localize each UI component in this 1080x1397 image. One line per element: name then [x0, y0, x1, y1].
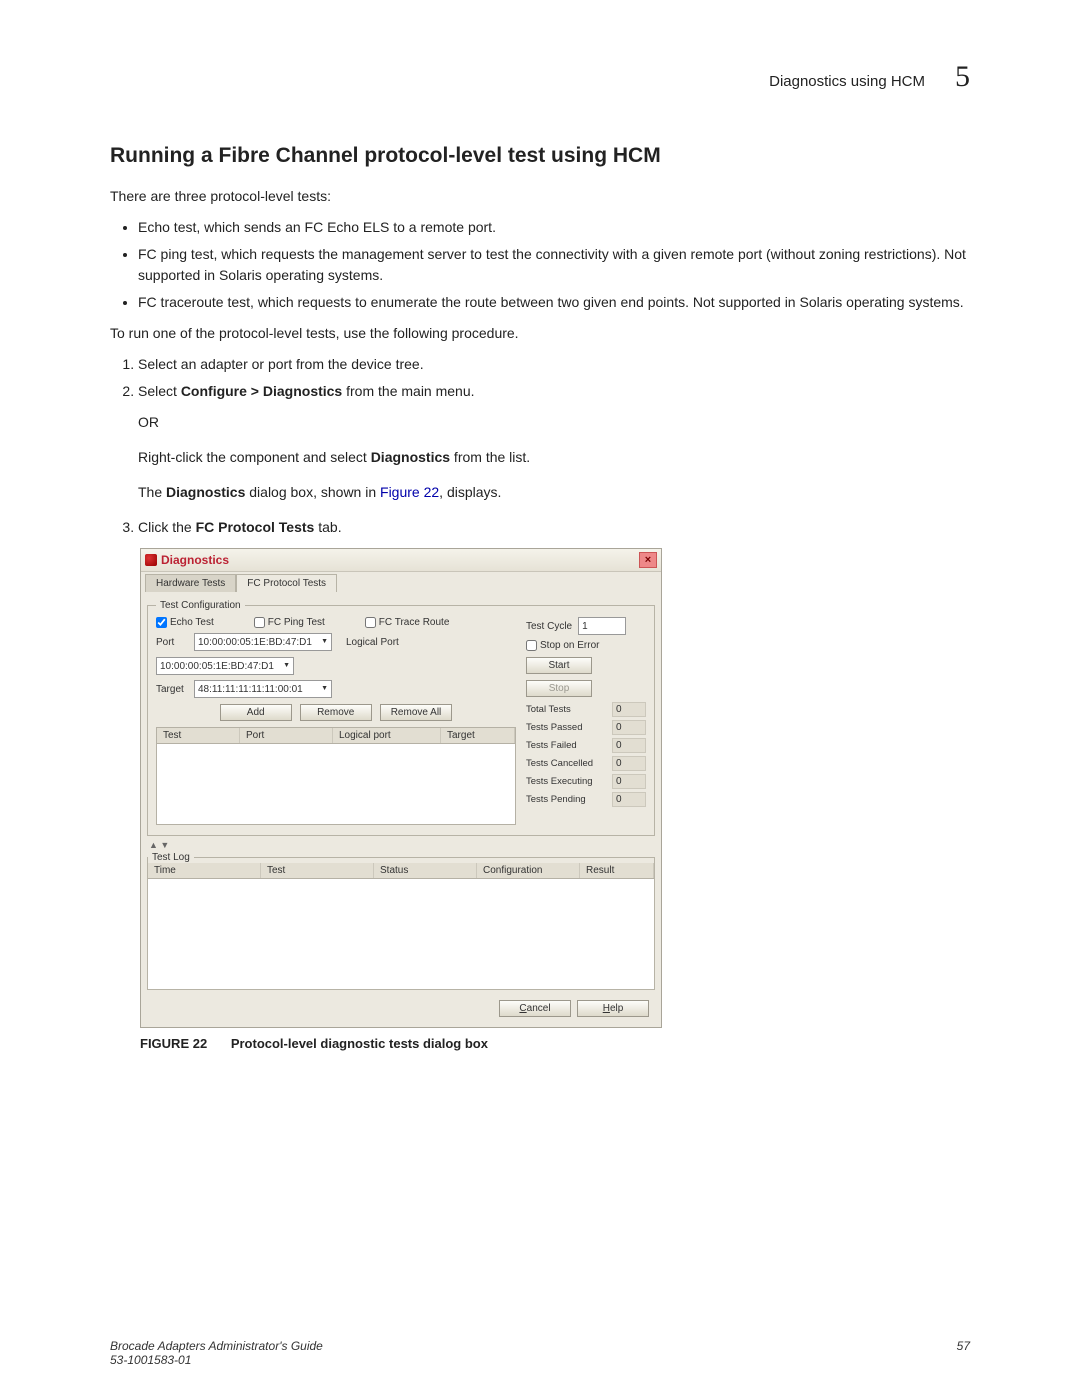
tests-failed-label: Tests Failed [526, 740, 606, 751]
step-2-menu-path: Configure > Diagnostics [181, 383, 342, 399]
col-port[interactable]: Port [240, 728, 333, 743]
step-2: Select Configure > Diagnostics from the … [138, 381, 970, 503]
section-heading: Running a Fibre Channel protocol-level t… [110, 144, 970, 168]
echo-test-label: Echo Test [170, 617, 214, 628]
intro-text: There are three protocol-level tests: [110, 186, 970, 207]
col-target[interactable]: Target [441, 728, 515, 743]
bullet-ping: FC ping test, which requests the managem… [138, 244, 970, 286]
step-2-rc-bold: Diagnostics [371, 449, 450, 465]
test-log-grid[interactable] [148, 879, 654, 989]
bullet-echo: Echo test, which sends an FC Echo ELS to… [138, 217, 970, 238]
log-col-test[interactable]: Test [261, 863, 374, 878]
tests-passed-value: 0 [612, 720, 646, 735]
step-2-pre: Select [138, 383, 181, 399]
page-header-title: Diagnostics using HCM [769, 73, 925, 90]
port-label: Port [156, 637, 188, 648]
tests-grid[interactable]: Test Port Logical port Target [156, 727, 516, 825]
dialog-title: Diagnostics [161, 553, 229, 567]
total-tests-value: 0 [612, 702, 646, 717]
diagnostics-dialog: Diagnostics × Hardware Tests FC Protocol… [140, 548, 662, 1028]
step-3-bold: FC Protocol Tests [196, 519, 315, 535]
remove-all-button[interactable]: Remove All [380, 704, 453, 721]
tests-passed-label: Tests Passed [526, 722, 606, 733]
tests-failed-value: 0 [612, 738, 646, 753]
cancel-button[interactable]: Cancel [499, 1000, 571, 1017]
splitter-arrows-icon[interactable]: ▲ ▼ [149, 840, 655, 850]
step-2-post: from the main menu. [342, 383, 474, 399]
bullet-traceroute: FC traceroute test, which requests to en… [138, 292, 970, 313]
echo-test-checkbox[interactable] [156, 617, 167, 628]
figure-label: FIGURE 22 [140, 1036, 207, 1051]
target-combo[interactable]: 48:11:11:11:11:11:00:01 [194, 680, 332, 698]
port-combo[interactable]: 10:00:00:05:1E:BD:47:D1 [194, 633, 332, 651]
step-1: Select an adapter or port from the devic… [138, 354, 970, 375]
tests-pending-value: 0 [612, 792, 646, 807]
help-button[interactable]: Help [577, 1000, 649, 1017]
chapter-number: 5 [955, 60, 970, 94]
step-3-pre: Click the [138, 519, 196, 535]
step-2-rc-post: from the list. [450, 449, 530, 465]
fc-trace-route-label: FC Trace Route [379, 617, 450, 628]
step-2-or: OR [138, 412, 970, 433]
log-col-time[interactable]: Time [148, 863, 261, 878]
group-test-configuration: Test Configuration [156, 600, 245, 611]
stop-button[interactable]: Stop [526, 680, 592, 697]
step-3-post: tab. [314, 519, 341, 535]
fc-ping-test-checkbox[interactable] [254, 617, 265, 628]
figure-22-link[interactable]: Figure 22 [380, 484, 439, 500]
step-2-rc-pre: Right-click the component and select [138, 449, 371, 465]
test-cycle-input[interactable]: 1 [578, 617, 626, 635]
tests-executing-value: 0 [612, 774, 646, 789]
log-col-configuration[interactable]: Configuration [477, 863, 580, 878]
start-button[interactable]: Start [526, 657, 592, 674]
logical-port-combo[interactable]: 10:00:00:05:1E:BD:47:D1 [156, 657, 294, 675]
stop-on-error-checkbox[interactable] [526, 640, 537, 651]
col-logical-port[interactable]: Logical port [333, 728, 441, 743]
tab-fc-protocol-tests[interactable]: FC Protocol Tests [236, 574, 337, 592]
close-icon[interactable]: × [639, 552, 657, 568]
tab-hardware-tests[interactable]: Hardware Tests [145, 574, 236, 592]
col-test[interactable]: Test [157, 728, 240, 743]
figure-caption-text: Protocol-level diagnostic tests dialog b… [231, 1036, 488, 1051]
total-tests-label: Total Tests [526, 704, 606, 715]
add-button[interactable]: Add [220, 704, 292, 721]
footer-doc-number: 53-1001583-01 [110, 1353, 323, 1367]
tests-cancelled-value: 0 [612, 756, 646, 771]
test-cycle-label: Test Cycle [526, 621, 572, 632]
step-2-d-pre: The [138, 484, 166, 500]
logical-port-label: Logical Port [346, 637, 399, 648]
step-2-d-mid: dialog box, shown in [245, 484, 380, 500]
remove-button[interactable]: Remove [300, 704, 372, 721]
target-label: Target [156, 684, 188, 695]
procedure-intro: To run one of the protocol-level tests, … [110, 323, 970, 344]
tests-pending-label: Tests Pending [526, 794, 606, 805]
group-test-log: Test Log [148, 852, 194, 863]
log-col-result[interactable]: Result [580, 863, 654, 878]
step-3: Click the FC Protocol Tests tab. [138, 517, 970, 538]
log-col-status[interactable]: Status [374, 863, 477, 878]
step-2-d-bold: Diagnostics [166, 484, 245, 500]
tests-cancelled-label: Tests Cancelled [526, 758, 606, 769]
tests-executing-label: Tests Executing [526, 776, 606, 787]
fc-ping-test-label: FC Ping Test [268, 617, 325, 628]
fc-trace-route-checkbox[interactable] [365, 617, 376, 628]
step-2-d-post: , displays. [439, 484, 501, 500]
stop-on-error-label: Stop on Error [540, 640, 599, 651]
footer-page-number: 57 [957, 1339, 970, 1367]
app-icon [145, 554, 157, 566]
footer-guide-title: Brocade Adapters Administrator's Guide [110, 1339, 323, 1353]
